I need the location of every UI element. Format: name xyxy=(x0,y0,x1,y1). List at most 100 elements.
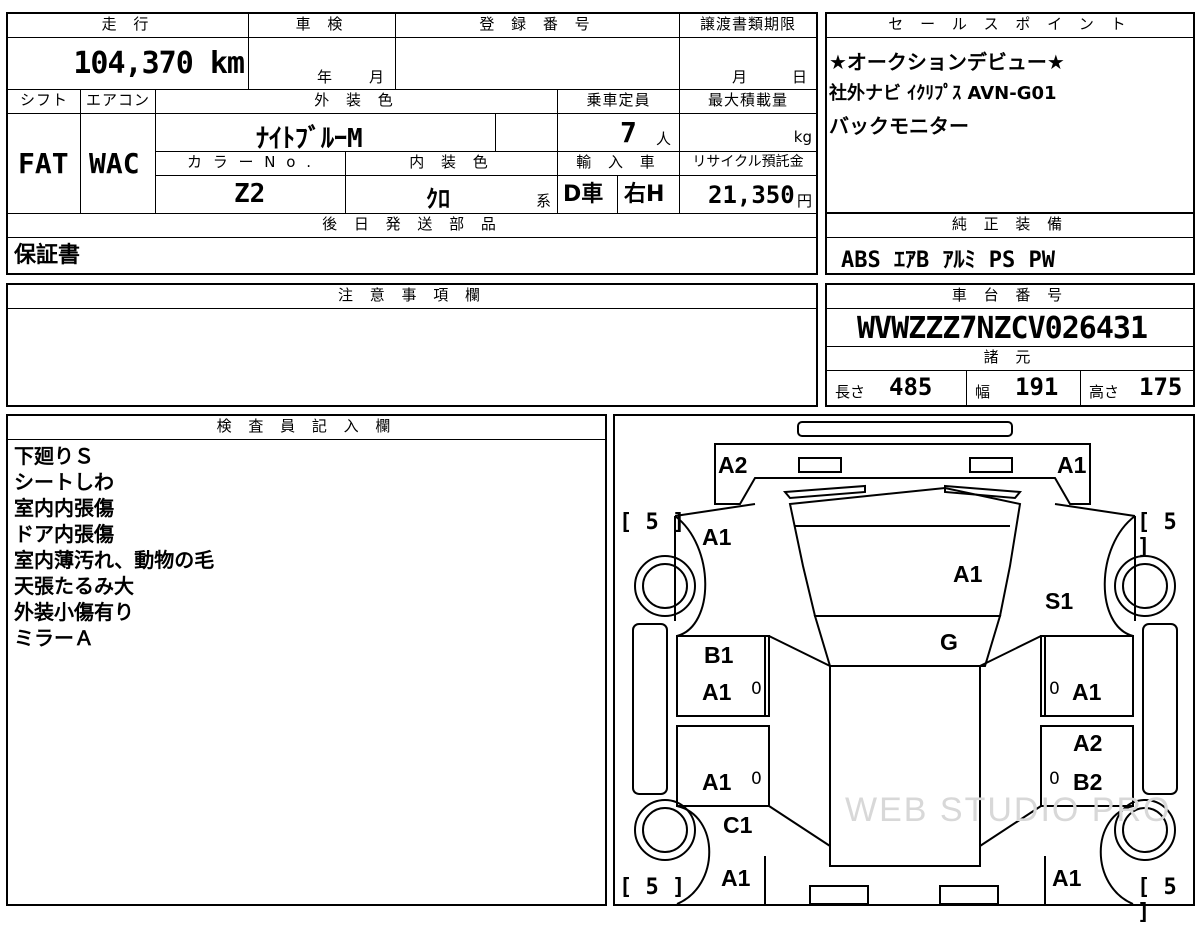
mileage-value: 104,370 km xyxy=(73,46,245,81)
mark-right-fender: S1 xyxy=(1045,588,1074,614)
deadline-day-unit: 日 xyxy=(792,68,808,86)
capacity-cell: 7 人 xyxy=(558,114,680,152)
header-shift: シフト xyxy=(8,90,81,114)
aircon-cell: WAC xyxy=(81,114,156,214)
inspector-box: 検 査 員 記 入 欄 下廻りＳ シートしわ 室内内張傷 ドア内張傷 室内薄汚れ… xyxy=(6,414,607,906)
shift-value: FAT xyxy=(18,147,69,180)
sales-point-box: セ ー ル ス ポ イ ン ト ★オークションデビュー★ 社外ナビ ｲｸﾘﾌﾟｽ… xyxy=(825,12,1195,215)
header-max-load: 最大積載量 xyxy=(680,90,816,114)
deadline-cell: 月 日 xyxy=(680,38,816,90)
mark-right-front-door: A1 xyxy=(1072,679,1102,705)
length-cell: 長さ 485 xyxy=(827,371,967,405)
header-transfer-deadline: 譲渡書類期限 xyxy=(680,14,816,38)
header-aircon: エアコン xyxy=(81,90,156,114)
header-interior-color: 内 装 色 xyxy=(346,152,558,176)
car-outline-diagram xyxy=(632,421,1178,904)
height-label: 高さ xyxy=(1089,383,1120,401)
mark-right-rear-door-2: B2 xyxy=(1073,769,1103,795)
drive-value: D車 xyxy=(563,182,604,207)
inspector-note: ミラーＡ xyxy=(14,626,94,650)
header-recycle: リサイクル預託金 xyxy=(680,152,816,176)
later-parts-value: 保証書 xyxy=(14,243,81,268)
interior-color-value: ｸﾛ xyxy=(426,185,450,213)
door-zero-mark: 0 xyxy=(1049,679,1060,699)
inspector-note: 下廻りＳ xyxy=(14,444,94,468)
drive-cell: D車 xyxy=(558,176,618,214)
tire-rear-left-mark: [ 5 ] xyxy=(619,875,686,900)
header-specs: 諸 元 xyxy=(827,347,1193,371)
inspector-note: 室内薄汚れ、動物の毛 xyxy=(14,548,215,572)
handle-value: 右H xyxy=(624,182,665,207)
length-value: 485 xyxy=(889,373,933,401)
tire-front-right-mark: [ 5 ] xyxy=(1137,510,1177,560)
shaken-cell: 年 月 xyxy=(249,38,396,90)
header-standard-equipment: 純 正 装 備 xyxy=(827,214,1193,238)
interior-color-suffix: 系 xyxy=(536,192,552,210)
capacity-unit: 人 xyxy=(656,130,672,148)
exterior-color-extra-cell xyxy=(496,114,558,152)
watermark-text: WEB STUDIO PRO xyxy=(845,791,1172,829)
tire-rear-right-value: 5 xyxy=(1163,875,1177,900)
equipment-value: ABS ｴｱB ｱﾙﾐ PS PW xyxy=(841,248,1055,273)
header-reg-number: 登 録 番 号 xyxy=(396,14,680,38)
later-parts-cell: 保証書 xyxy=(8,238,816,273)
door-zero-mark: 0 xyxy=(751,679,762,699)
deadline-month-unit: 月 xyxy=(732,68,748,86)
handle-cell: 右H xyxy=(618,176,680,214)
header-mileage: 走 行 xyxy=(8,14,249,38)
header-shaken: 車 検 xyxy=(249,14,396,38)
tire-rear-right-mark: [ 5 ] xyxy=(1137,875,1177,925)
sales-point-list: ★オークションデビュー★ 社外ナビ ｲｸﾘﾌﾟｽ AVN-G01 バックモニター xyxy=(829,46,1065,142)
chassis-box: 車 台 番 号 WVWZZZ7NZCV026431 諸 元 長さ 485 幅 1… xyxy=(825,283,1195,407)
max-load-cell: kg xyxy=(680,114,816,152)
width-cell: 幅 191 xyxy=(967,371,1081,405)
interior-color-cell: ｸﾛ 系 xyxy=(346,176,558,214)
reg-number-cell xyxy=(396,38,680,90)
mark-left-fender: A1 xyxy=(702,524,732,550)
notes-box: 注 意 事 項 欄 xyxy=(6,283,818,407)
sales-point-line: 社外ナビ ｲｸﾘﾌﾟｽ AVN-G01 xyxy=(829,83,1057,104)
tire-front-left-value: 5 xyxy=(645,510,659,535)
mark-left-front-door-1: B1 xyxy=(704,642,734,668)
header-capacity: 乗車定員 xyxy=(558,90,680,114)
header-notes: 注 意 事 項 欄 xyxy=(8,285,816,309)
header-inspector: 検 査 員 記 入 欄 xyxy=(8,416,605,440)
car-diagram-box: WEB STUDIO PRO A2 A1 A1 A1 S1 G B1 A1 A1… xyxy=(613,414,1195,925)
inspector-note: 外装小傷有り xyxy=(14,600,134,624)
mark-hood: A1 xyxy=(953,561,983,587)
mark-left-front-door-2: A1 xyxy=(702,679,732,705)
tire-rear-left-value: 5 xyxy=(645,875,659,900)
height-value: 175 xyxy=(1139,373,1183,401)
inspector-note: 室内内張傷 xyxy=(14,496,114,520)
door-zero-mark: 0 xyxy=(1049,769,1060,789)
width-label: 幅 xyxy=(975,383,991,401)
inspector-notes-list: 下廻りＳ シートしわ 室内内張傷 ドア内張傷 室内薄汚れ、動物の毛 天張たるみ大… xyxy=(14,443,214,651)
sales-point-line: バックモニター xyxy=(829,114,969,138)
header-import: 輸 入 車 xyxy=(558,152,680,176)
tire-front-right-value: 5 xyxy=(1163,510,1177,535)
header-exterior-color: 外 装 色 xyxy=(156,90,558,114)
chassis-cell: WVWZZZ7NZCV026431 xyxy=(827,309,1193,347)
capacity-value: 7 xyxy=(620,116,637,149)
recycle-value: 21,350 xyxy=(708,181,795,209)
shift-cell: FAT xyxy=(8,114,81,214)
inspector-note: ドア内張傷 xyxy=(14,522,114,546)
height-cell: 高さ 175 xyxy=(1081,371,1193,405)
sales-point-line: ★オークションデビュー★ xyxy=(829,50,1065,74)
aircon-value: WAC xyxy=(89,147,140,180)
chassis-value: WVWZZZ7NZCV026431 xyxy=(857,311,1148,346)
mark-left-rear-door: A1 xyxy=(702,769,732,795)
vehicle-info-grid: 走 行 車 検 登 録 番 号 譲渡書類期限 104,370 km 年 月 月 … xyxy=(6,12,818,275)
inspector-note: 天張たるみ大 xyxy=(14,574,134,598)
header-sales-point: セ ー ル ス ポ イ ン ト xyxy=(827,14,1193,38)
mark-windshield: G xyxy=(940,629,958,655)
inspector-note: シートしわ xyxy=(14,470,114,494)
header-color-no: カ ラ ー N o . xyxy=(156,152,346,176)
mark-left-rear-fender: C1 xyxy=(723,812,753,838)
mark-front-left-corner: A2 xyxy=(718,452,748,478)
mark-right-rear-corner: A1 xyxy=(1052,865,1082,891)
header-chassis: 車 台 番 号 xyxy=(827,285,1193,309)
exterior-color-cell: ﾅｲﾄﾌﾞﾙｰM xyxy=(156,114,496,152)
max-load-unit: kg xyxy=(793,128,812,146)
exterior-color-value: ﾅｲﾄﾌﾞﾙｰM xyxy=(256,124,363,152)
